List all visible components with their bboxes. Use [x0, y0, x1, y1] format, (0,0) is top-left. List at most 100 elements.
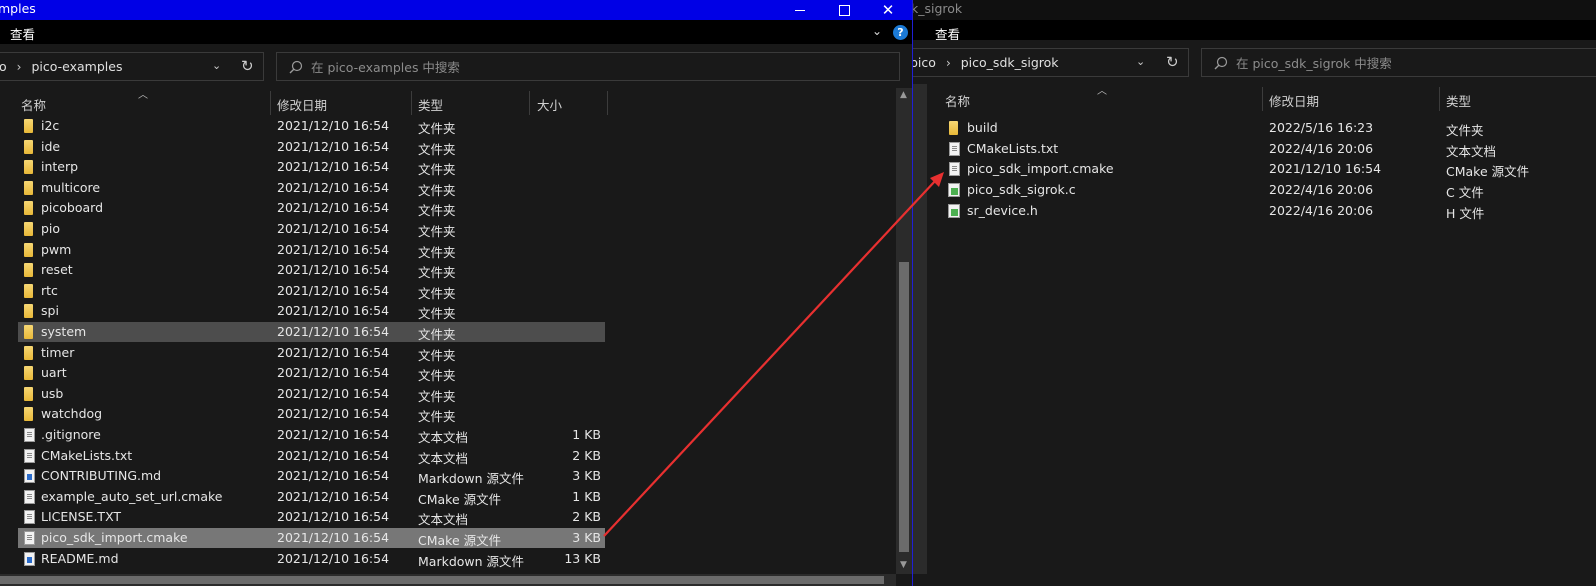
file-name: CONTRIBUTING.md [41, 468, 162, 484]
file-modified-date: 2021/12/10 16:54 [277, 365, 390, 381]
file-modified-date: 2021/12/10 16:54 [277, 447, 390, 463]
file-name: .gitignore [41, 427, 101, 442]
folder-icon [24, 139, 33, 154]
file-name: sr_device.h [967, 202, 1038, 218]
file-row[interactable]: spi 2021/12/10 16:54 文件夹 [18, 301, 605, 321]
folder-icon [24, 304, 33, 319]
file-modified-date: 2021/12/10 16:54 [277, 262, 390, 278]
file-row[interactable]: CMakeLists.txt 2022/4/16 20:06 文本文档 [943, 139, 1583, 159]
address-dropdown-icon[interactable]: ⌄ [212, 59, 221, 72]
file-row[interactable]: watchdog 2021/12/10 16:54 文件夹 [18, 404, 605, 424]
column-header-type[interactable]: 类型 [1446, 91, 1471, 110]
file-row[interactable]: multicore 2021/12/10 16:54 文件夹 [18, 178, 605, 198]
ribbon: 查看 ⌄ ? [0, 20, 912, 44]
file-row[interactable]: pio 2021/12/10 16:54 文件夹 [18, 219, 605, 239]
horizontal-scrollbar[interactable] [0, 574, 896, 586]
close-button[interactable]: ✕ [866, 0, 910, 20]
breadcrumb-current-folder[interactable]: pico_sdk_sigrok [961, 55, 1059, 70]
file-row[interactable]: picoboard 2021/12/10 16:54 文件夹 [18, 198, 605, 218]
file-row[interactable]: uart 2021/12/10 16:54 文件夹 [18, 363, 605, 383]
file-modified-date: 2021/12/10 16:54 [277, 488, 390, 504]
tab-view[interactable]: 查看 [10, 24, 35, 43]
file-modified-date: 2021/12/10 16:54 [277, 200, 390, 216]
file-type: 文件夹 [418, 306, 456, 322]
file-type: CMake 源文件 [418, 491, 502, 507]
column-header-name[interactable]: 名称 [945, 91, 970, 110]
text-file-icon [24, 531, 35, 545]
ribbon-expand-chevron-icon[interactable]: ⌄ [872, 24, 882, 38]
file-row[interactable]: usb 2021/12/10 16:54 文件夹 [18, 384, 605, 404]
file-row[interactable]: ide 2021/12/10 16:54 文件夹 [18, 137, 605, 157]
column-header-modified[interactable]: 修改日期 [1269, 91, 1319, 110]
file-row[interactable]: pwm 2021/12/10 16:54 文件夹 [18, 240, 605, 260]
column-header-size[interactable]: 大小 [537, 95, 562, 114]
file-type: 文本文档 [1446, 143, 1497, 159]
file-type: 文本文档 [418, 430, 469, 445]
file-row[interactable]: README.md 2021/12/10 16:54 Markdown 源文件 13 … [18, 549, 605, 569]
file-row[interactable]: pico_sdk_import.cmake 2021/12/10 16:54 CMa… [18, 528, 605, 548]
breadcrumb-separator-icon[interactable]: › [17, 60, 22, 74]
file-name: usb [41, 385, 64, 401]
file-row[interactable]: pico_sdk_sigrok.c 2022/4/16 20:06 C 文件 [943, 180, 1583, 200]
file-type: Markdown 源文件 [418, 553, 525, 569]
file-row[interactable]: .gitignore 2021/12/10 16:54 文本文档 1 KB [18, 425, 605, 445]
title-bar[interactable]: mples ✕ [0, 0, 912, 20]
file-row[interactable]: CONTRIBUTING.md 2021/12/10 16:54 Markdown … [18, 466, 605, 486]
help-icon[interactable]: ? [893, 25, 908, 40]
column-header-type[interactable]: 类型 [418, 95, 443, 114]
file-list: ︿ 名称 修改日期 类型 build 2022/5/16 16:23 文件夹 CMak… [913, 84, 1596, 586]
column-divider[interactable] [411, 91, 412, 115]
file-row[interactable]: sr_device.h 2022/4/16 20:06 H 文件 [943, 201, 1583, 221]
folder-icon [24, 325, 33, 339]
breadcrumb-current-folder[interactable]: pico-examples [31, 59, 122, 74]
column-divider[interactable] [270, 91, 271, 115]
column-divider[interactable] [529, 91, 530, 115]
file-row[interactable]: timer 2021/12/10 16:54 文件夹 [18, 343, 605, 363]
file-row[interactable]: example_auto_set_url.cmake 2021/12/10 16:… [18, 487, 605, 507]
file-row[interactable]: pico_sdk_import.cmake 2021/12/10 16:54 CMa… [943, 159, 1583, 179]
minimize-button[interactable] [778, 0, 822, 20]
file-type: 文件夹 [418, 388, 456, 404]
maximize-button[interactable] [822, 0, 866, 20]
file-type: 文件夹 [418, 203, 456, 219]
address-bar[interactable]: o › pico-examples ⌄ ↻ [0, 52, 264, 81]
file-type: 文件夹 [418, 265, 456, 281]
vertical-scrollbar[interactable]: ▲ ▼ [896, 88, 912, 574]
file-modified-date: 2021/12/10 16:54 [277, 344, 390, 360]
file-row[interactable]: system 2021/12/10 16:54 文件夹 [18, 322, 605, 342]
breadcrumb-separator-icon[interactable]: › [946, 56, 951, 70]
scroll-up-icon[interactable]: ▲ [900, 90, 907, 100]
file-row[interactable]: interp 2021/12/10 16:54 文件夹 [18, 157, 605, 177]
file-row[interactable]: rtc 2021/12/10 16:54 文件夹 [18, 281, 605, 301]
file-row[interactable]: i2c 2021/12/10 16:54 文件夹 [18, 116, 605, 136]
column-divider[interactable] [607, 91, 608, 115]
file-row[interactable]: CMakeLists.txt 2021/12/10 16:54 文本文档 2 KB [18, 446, 605, 466]
file-type: 文件夹 [418, 285, 456, 301]
file-type: 文件夹 [418, 347, 456, 363]
breadcrumb-prefix[interactable]: pico [913, 55, 936, 70]
text-file-icon [24, 489, 35, 504]
column-header-modified[interactable]: 修改日期 [277, 95, 327, 114]
file-row[interactable]: reset 2021/12/10 16:54 文件夹 [18, 260, 605, 280]
title-bar[interactable]: k_sigrok [913, 0, 1596, 20]
file-name: reset [41, 262, 73, 278]
address-bar[interactable]: pico › pico_sdk_sigrok ⌄ ↻ [913, 48, 1189, 77]
scroll-down-icon[interactable]: ▼ [900, 560, 907, 570]
search-box[interactable]: 在 pico_sdk_sigrok 中搜索 [1201, 48, 1596, 77]
column-divider[interactable] [1439, 87, 1440, 111]
refresh-icon[interactable]: ↻ [241, 57, 254, 75]
address-dropdown-icon[interactable]: ⌄ [1136, 55, 1145, 68]
column-header-name[interactable]: 名称 [21, 95, 46, 114]
folder-icon [24, 160, 33, 175]
column-divider[interactable] [1262, 87, 1263, 111]
file-row[interactable]: LICENSE.TXT 2021/12/10 16:54 文本文档 2 KB [18, 507, 605, 527]
file-name: multicore [41, 179, 101, 195]
breadcrumb-prefix[interactable]: o [0, 59, 7, 74]
search-box[interactable]: 在 pico-examples 中搜索 [276, 52, 900, 81]
maximize-icon [838, 4, 850, 16]
scrollbar-thumb[interactable] [899, 262, 909, 552]
horizontal-scrollbar-thumb[interactable] [0, 576, 884, 584]
file-name: rtc [41, 282, 58, 298]
refresh-icon[interactable]: ↻ [1166, 53, 1179, 71]
file-row[interactable]: build 2022/5/16 16:23 文件夹 [943, 118, 1583, 138]
